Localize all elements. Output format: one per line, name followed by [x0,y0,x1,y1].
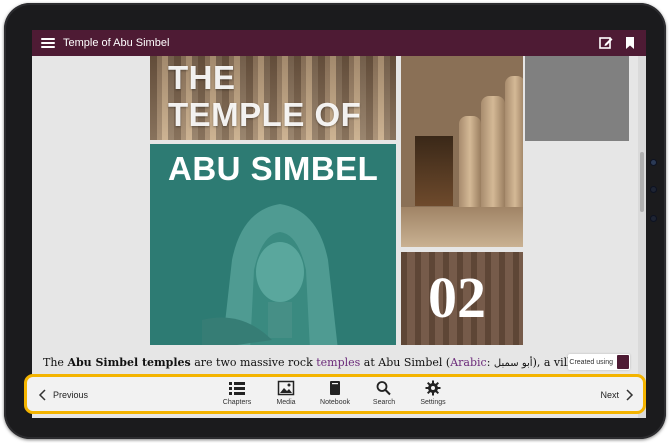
camera-dot [650,159,657,166]
page-scrollbar[interactable] [638,56,646,418]
pharaoh-head-image [202,204,338,345]
notebook-label: Notebook [320,399,350,406]
notebook-icon [330,381,340,395]
edit-note-icon[interactable] [598,35,614,51]
media-label: Media [276,399,296,406]
chapters-label: Chapters [222,399,252,406]
app-title: Temple of Abu Simbel [63,37,170,49]
book-logo-icon [617,355,629,369]
search-button[interactable]: Search [364,380,404,410]
cover-title-line2: TEMPLE OF [168,96,362,133]
placeholder-block [525,56,629,141]
cover-title-line3: ABU SIMBEL [168,150,379,187]
arabic-text: أبو سمبل [493,358,533,369]
book-page: THE TEMPLE OF ABU SIMBEL 02 The Abu Simb… [32,56,638,418]
next-label: Next [600,390,619,400]
gear-icon [425,380,441,396]
previous-button[interactable]: Previous [37,387,88,403]
chevron-left-icon [38,389,46,401]
previous-label: Previous [53,390,89,400]
chevron-right-icon [626,389,634,401]
search-icon [376,381,391,396]
settings-label: Settings [420,399,446,406]
sensor-dot [650,186,657,193]
chapters-button[interactable]: Chapters [217,380,257,410]
paragraph-bold-text: Abu Simbel temples [67,356,191,369]
next-button[interactable]: Next [600,387,635,403]
hamburger-menu-icon[interactable] [41,36,55,50]
image-icon [277,380,295,396]
body-paragraph: The Abu Simbel temples are two massive r… [43,356,643,369]
settings-button[interactable]: Settings [413,380,453,410]
search-label: Search [372,399,396,406]
chapter-number: 02 [428,265,486,330]
notebook-button[interactable]: Notebook [315,380,355,410]
paragraph-text: : [486,356,494,369]
bookmark-icon[interactable] [622,35,638,51]
media-button[interactable]: Media [266,380,306,410]
app-screen: Temple of Abu Simbel THE TEMPLE OF ABU S… [32,30,646,418]
app-bar: Temple of Abu Simbel [32,30,646,56]
badge-text: Created using [569,358,613,366]
cover-title-line1: THE [168,59,236,96]
paragraph-text: The [43,356,68,369]
arabic-link[interactable]: Arabic [450,356,486,369]
sensor-dot [650,215,657,222]
chapter-cover: THE TEMPLE OF ABU SIMBEL 02 [150,56,523,345]
paragraph-text: are two massive rock [190,356,317,369]
temples-link[interactable]: temples [316,356,360,369]
paragraph-text: at Abu Simbel ( [360,356,451,369]
list-icon [229,382,245,395]
created-using-badge[interactable]: Created using [568,354,630,370]
cover-image-temple-interior [401,56,523,247]
scrollbar-thumb[interactable] [640,152,644,212]
bottom-toolbar: Previous Chapters Media Notebook Search [24,374,646,414]
